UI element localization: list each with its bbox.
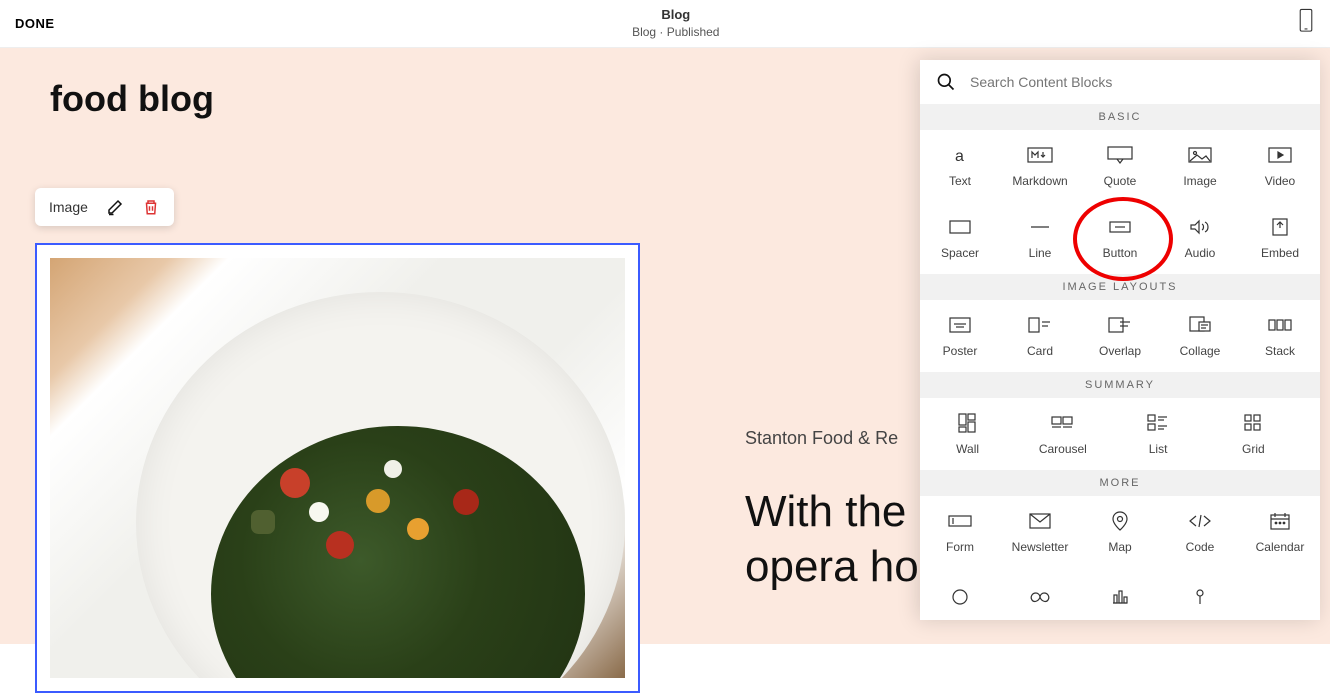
mobile-icon: [1297, 8, 1315, 34]
device-preview-button[interactable]: [1297, 8, 1315, 39]
block-quote[interactable]: Quote: [1080, 130, 1160, 202]
site-title[interactable]: food blog: [50, 78, 214, 120]
block-line[interactable]: Line: [1000, 202, 1080, 274]
block-code[interactable]: Code: [1160, 496, 1240, 568]
page-subtitle: Blog · Published: [632, 25, 719, 39]
block-extra4[interactable]: [1160, 572, 1240, 606]
block-card[interactable]: Card: [1000, 300, 1080, 372]
block-button[interactable]: Button: [1080, 202, 1160, 274]
block-extra2[interactable]: [1000, 572, 1080, 606]
block-text[interactable]: aText: [920, 130, 1000, 202]
block-newsletter[interactable]: Newsletter: [1000, 496, 1080, 568]
svg-text:a: a: [955, 148, 964, 164]
block-overlap[interactable]: Overlap: [1080, 300, 1160, 372]
search-icon: [936, 72, 956, 92]
block-map[interactable]: Map: [1080, 496, 1160, 568]
editor-topbar: DONE Blog Blog · Published: [0, 0, 1330, 48]
block-list[interactable]: List: [1110, 398, 1205, 470]
more-blocks-row2: [920, 568, 1320, 606]
block-extra3[interactable]: [1080, 572, 1160, 606]
block-grid[interactable]: Grid: [1206, 398, 1301, 470]
done-button[interactable]: DONE: [15, 16, 55, 31]
block-video[interactable]: Video: [1240, 130, 1320, 202]
image-layout-blocks: Poster Card Overlap Collage Stack: [920, 300, 1320, 372]
page-title: Blog: [632, 7, 719, 24]
image-toolbar-label: Image: [49, 199, 88, 215]
block-poster[interactable]: Poster: [920, 300, 1000, 372]
block-markdown[interactable]: Markdown: [1000, 130, 1080, 202]
basic-blocks: aText Markdown Quote Image Video Spacer …: [920, 130, 1320, 274]
block-search-row: [920, 60, 1320, 104]
block-embed[interactable]: Embed: [1240, 202, 1320, 274]
content-blocks-panel: BASIC aText Markdown Quote Image Video S…: [920, 60, 1320, 620]
image-block-toolbar: Image: [35, 188, 174, 226]
block-image[interactable]: Image: [1160, 130, 1240, 202]
block-collage[interactable]: Collage: [1160, 300, 1240, 372]
block-wall[interactable]: Wall: [920, 398, 1015, 470]
block-spacer[interactable]: Spacer: [920, 202, 1000, 274]
trash-icon[interactable]: [142, 198, 160, 216]
block-search-input[interactable]: [970, 74, 1304, 90]
summary-blocks: Wall Carousel List Grid: [920, 398, 1320, 470]
more-blocks: Form Newsletter Map Code Calendar: [920, 496, 1320, 568]
block-form[interactable]: Form: [920, 496, 1000, 568]
block-carousel[interactable]: Carousel: [1015, 398, 1110, 470]
section-more: MORE: [920, 470, 1320, 496]
block-calendar[interactable]: Calendar: [1240, 496, 1320, 568]
selected-image-block[interactable]: [35, 243, 640, 693]
section-summary: SUMMARY: [920, 372, 1320, 398]
block-audio[interactable]: Audio: [1160, 202, 1240, 274]
block-stack[interactable]: Stack: [1240, 300, 1320, 372]
block-extra1[interactable]: [920, 572, 1000, 606]
food-photo: [50, 258, 625, 678]
section-image-layouts: IMAGE LAYOUTS: [920, 274, 1320, 300]
edit-icon[interactable]: [106, 198, 124, 216]
section-basic: BASIC: [920, 104, 1320, 130]
page-title-group: Blog Blog · Published: [632, 7, 719, 41]
